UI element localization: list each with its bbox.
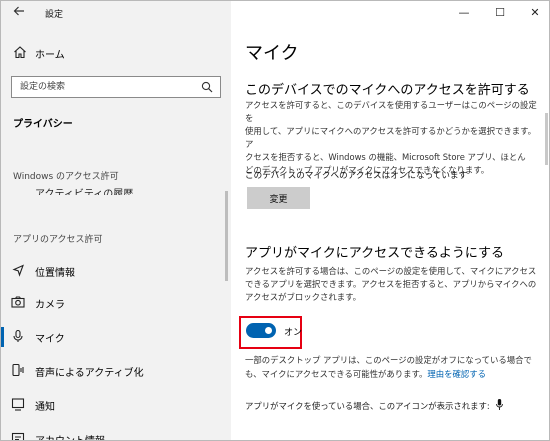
sidebar-item-label: ホーム	[35, 50, 65, 61]
paragraph-line: も、マイクにアクセスできる可能性があります。理由を確認する	[245, 367, 545, 381]
left-nav-pane: 設定 ホーム プライバシー Windows のアクセス許可 アクティビティの履歴…	[1, 1, 231, 440]
sidebar-item-microphone[interactable]: マイク	[1, 325, 231, 349]
maximize-icon: ☐	[495, 6, 505, 19]
search-input[interactable]	[12, 77, 192, 97]
account-icon	[11, 432, 25, 440]
paragraph-line: アクセスを許可すると、このデバイスを使用するユーザーはこのページの設定を	[245, 100, 537, 123]
sidebar-item-label: アカウント情報	[35, 432, 105, 440]
sidebar-item-voice-activation[interactable]: 音声によるアクティブ化	[1, 359, 231, 383]
sidebar-item-label: カメラ	[35, 300, 65, 311]
learn-why-link[interactable]: 理由を確認する	[427, 369, 486, 379]
device-access-description: アクセスを許可すると、このデバイスを使用するユーザーはこのページの設定を 使用し…	[245, 99, 537, 177]
change-button[interactable]: 変更	[247, 187, 310, 209]
arrow-left-icon	[13, 6, 24, 16]
section-label-windows-permissions: Windows のアクセス許可	[13, 172, 119, 182]
selection-indicator	[1, 327, 4, 347]
sidebar-item-camera[interactable]: カメラ	[1, 291, 231, 315]
mic-in-use-note: アプリがマイクを使っている場合、このアイコンが表示されます:	[245, 399, 504, 412]
camera-icon	[11, 296, 25, 308]
search-icon[interactable]	[201, 81, 213, 93]
back-button[interactable]	[9, 5, 29, 23]
content-scrollbar[interactable]	[545, 113, 548, 165]
sidebar-item-label: 位置情報	[35, 268, 75, 279]
sidebar-scrollbar[interactable]	[225, 191, 228, 281]
close-button[interactable]: ✕	[524, 4, 546, 22]
desktop-apps-note: 一部のデスクトップ アプリは、このページの設定がオフになっている場合で も、マイ…	[245, 353, 545, 381]
sidebar-item-label: マイク	[35, 334, 65, 345]
app-title: 設定	[45, 10, 64, 20]
close-icon: ✕	[530, 6, 540, 19]
sidebar-item-account-info[interactable]: アカウント情報	[1, 427, 231, 440]
toggle-knob	[265, 327, 272, 334]
device-access-heading: このデバイスでのマイクへのアクセスを許可する	[245, 83, 530, 98]
app-access-heading: アプリがマイクにアクセスできるようにする	[245, 246, 504, 261]
location-icon	[12, 264, 24, 277]
app-access-description: アクセスを許可する場合は、このページの設定を使用して、マイクにアクセス できるア…	[245, 265, 537, 304]
content-pane: — ☐ ✕ マイク このデバイスでのマイクへのアクセスを許可する アクセスを許可…	[231, 1, 549, 440]
minimize-button[interactable]: —	[453, 4, 475, 22]
settings-window: 設定 ホーム プライバシー Windows のアクセス許可 アクティビティの履歴…	[0, 0, 550, 441]
app-access-toggle[interactable]	[246, 323, 276, 338]
device-access-status: このデバイスのマイクへのアクセスはオンになっています	[245, 171, 468, 181]
sidebar-item-activity-history[interactable]: アクティビティの履歴	[35, 185, 133, 195]
mic-in-use-text: アプリがマイクを使っている場合、このアイコンが表示されます:	[245, 401, 490, 411]
sidebar-item-home[interactable]: ホーム	[1, 41, 231, 65]
microphone-icon	[496, 399, 504, 410]
paragraph-text: も、マイクにアクセスできる可能性があります。	[245, 369, 428, 379]
title-bar: 設定	[1, 1, 231, 27]
sidebar-item-label: 音声によるアクティブ化	[35, 368, 144, 379]
paragraph-line: アクセスを許可する場合は、このページの設定を使用して、マイクにアクセス	[245, 266, 537, 276]
sidebar-item-location[interactable]: 位置情報	[1, 259, 231, 283]
paragraph-line: 使用して、アプリにマイクへのアクセスを許可するかどうかを選択できます。ア	[245, 126, 537, 149]
page-title: マイク	[245, 43, 299, 64]
maximize-button[interactable]: ☐	[489, 4, 511, 22]
paragraph-line: クセスを拒否すると、Windows の機能、Microsoft Store アプ…	[245, 152, 526, 162]
search-box[interactable]	[11, 76, 221, 98]
paragraph-line: できるアプリを選択できます。アクセスを拒否すると、アプリからマイクへの	[245, 279, 537, 289]
section-heading-privacy: プライバシー	[13, 119, 73, 130]
sidebar-item-notifications[interactable]: 通知	[1, 393, 231, 417]
section-label-app-permissions: アプリのアクセス許可	[13, 235, 103, 245]
paragraph-line: 一部のデスクトップ アプリは、このページの設定がオフになっている場合で	[245, 355, 532, 365]
sidebar-item-label: 通知	[35, 402, 55, 413]
voice-activation-icon	[12, 363, 24, 377]
notification-icon	[11, 398, 25, 411]
minimize-icon: —	[458, 6, 470, 19]
paragraph-line: アクセスがブロックされます。	[245, 292, 361, 302]
toggle-state-label: オン	[284, 328, 303, 338]
home-icon	[14, 46, 26, 59]
microphone-icon	[13, 329, 23, 342]
